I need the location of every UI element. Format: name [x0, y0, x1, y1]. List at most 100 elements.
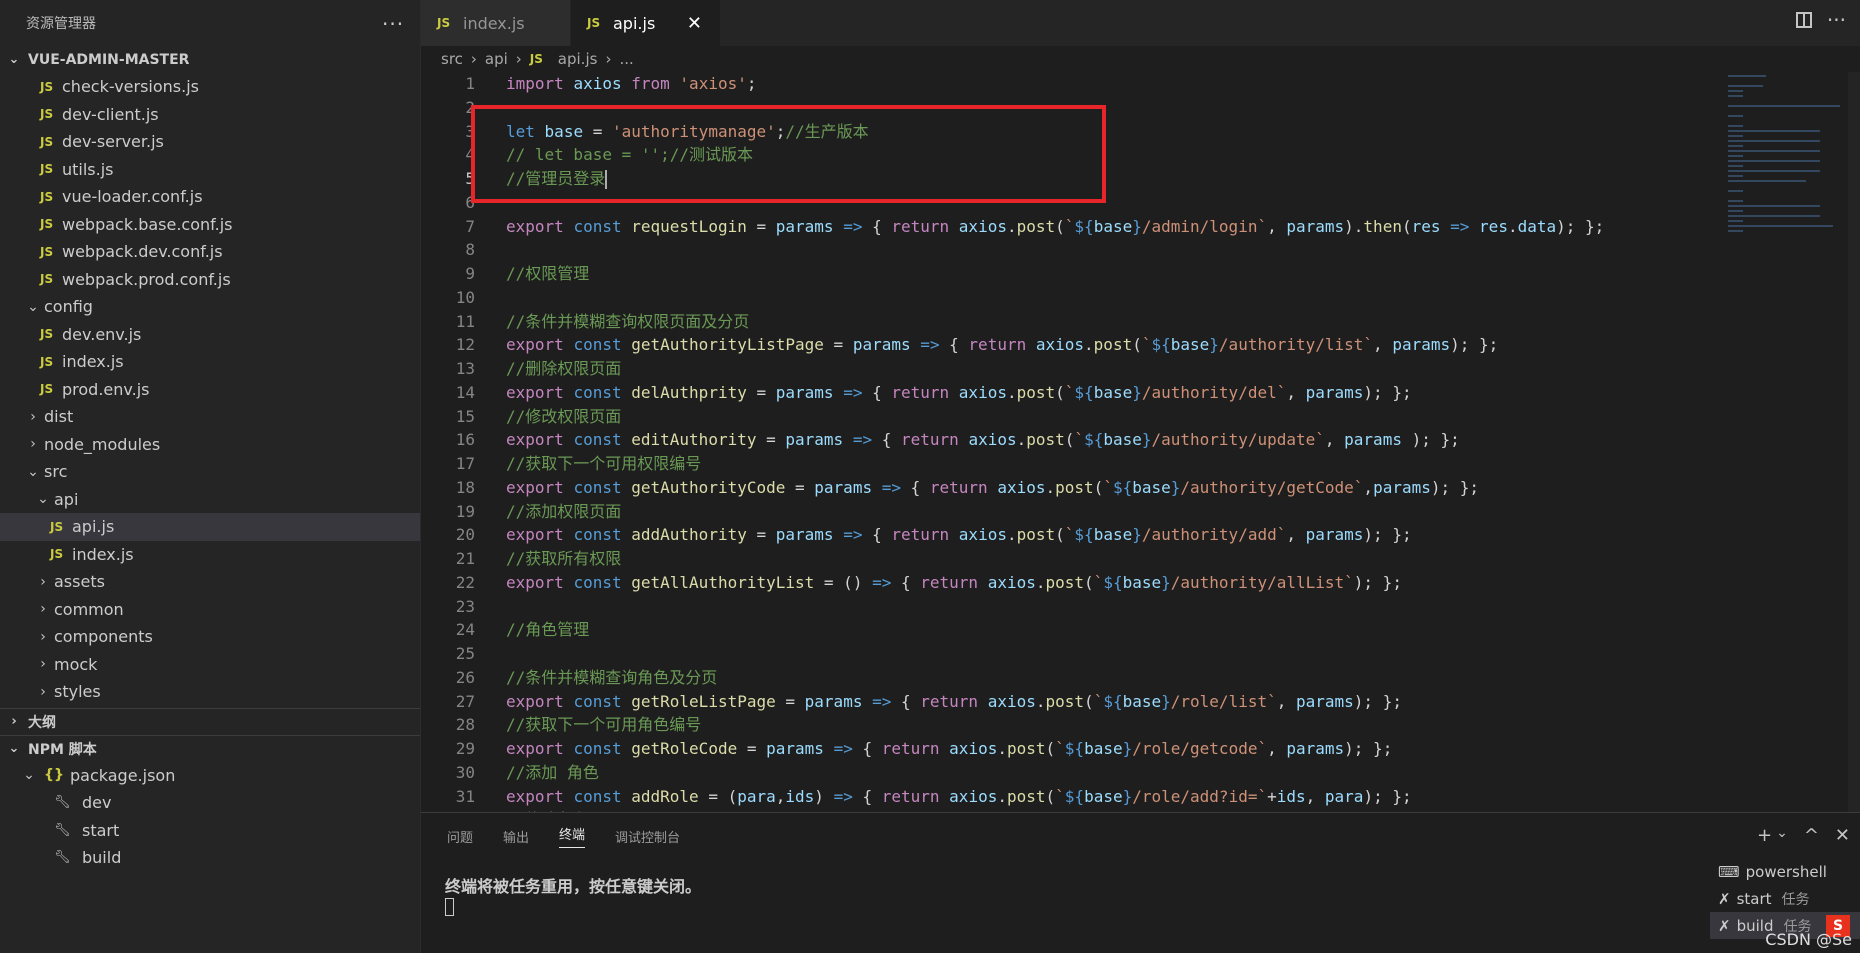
close-icon[interactable]: ✕ — [687, 13, 702, 34]
tab-api-js[interactable]: JS api.js ✕ — [571, 0, 721, 46]
code-token: delAuthprity — [631, 382, 747, 402]
tree-item[interactable]: › dist — [0, 403, 420, 431]
line-number: 5 — [465, 169, 475, 188]
tree-item[interactable]: › components — [0, 623, 420, 651]
tab-terminal[interactable]: 终端 — [559, 824, 586, 848]
project-header[interactable]: ⌄ VUE-ADMIN-MASTER — [0, 46, 420, 73]
tree-item[interactable]: JS index.js — [0, 348, 420, 376]
line-code: //添加权限页面 — [506, 500, 621, 524]
code-token: ` — [1093, 691, 1104, 711]
code-line[interactable]: 8 — [421, 238, 1721, 262]
code-line[interactable]: 30 //添加 角色 — [421, 761, 1721, 785]
code-line[interactable]: 14 export const delAuthprity = params => … — [421, 381, 1721, 405]
tree-item[interactable]: › mock — [0, 651, 420, 679]
tree-item[interactable]: JS index.js — [0, 541, 420, 569]
package-json-item[interactable]: ⌄ {} package.json — [0, 762, 420, 790]
npm-script-item[interactable]: 🔧︎ build — [0, 844, 420, 872]
terminal-dropdown-icon[interactable]: ⌄ — [1776, 825, 1788, 846]
code-line[interactable]: 26 //条件并模糊查询角色及分页 — [421, 666, 1721, 690]
breadcrumb-src[interactable]: src — [441, 50, 463, 68]
chevron-right-icon: › — [40, 628, 46, 645]
code-line[interactable]: 27 export const getRoleListPage = params … — [421, 690, 1721, 714]
code-token: axios — [1035, 335, 1085, 355]
tree-item-label: utils.js — [62, 159, 114, 179]
minimap-line — [1728, 135, 1743, 137]
code-token: ` — [1074, 430, 1085, 450]
npm-script-label: start — [82, 820, 120, 840]
code-line[interactable]: 25 — [421, 642, 1721, 666]
tab-index-js[interactable]: JS index.js — [421, 0, 571, 46]
code-line[interactable]: 21 //获取所有权限 — [421, 547, 1721, 571]
new-terminal-icon[interactable]: + — [1757, 825, 1772, 846]
tree-item[interactable]: JS dev.env.js — [0, 321, 420, 349]
tab-problems[interactable]: 问题 — [447, 827, 473, 846]
tree-item[interactable]: › styles — [0, 678, 420, 706]
tree-item[interactable]: › node_modules — [0, 431, 420, 459]
code-line[interactable]: 12 export const getAuthorityListPage = pa… — [421, 333, 1721, 357]
terminal-item-start[interactable]: ✗ start 任务 — [1710, 885, 1860, 912]
tree-item[interactable]: › assets — [0, 568, 420, 596]
chevron-right-icon: › — [30, 408, 36, 425]
breadcrumb-file[interactable]: api.js — [558, 50, 598, 68]
code-line[interactable]: 20 export const addAuthority = params => … — [421, 523, 1721, 547]
tree-item[interactable]: ⌄ config — [0, 293, 420, 321]
code-line[interactable]: 1 import axios from 'axios'; — [421, 72, 1721, 96]
npm-scripts-header[interactable]: ⌄ NPM 脚本 — [0, 734, 420, 762]
code-token: const — [573, 216, 622, 236]
npm-script-item[interactable]: 🔧︎ dev — [0, 789, 420, 817]
code-line[interactable]: 16 export const editAuthority = params =>… — [421, 428, 1721, 452]
code-line[interactable]: 15 //修改权限页面 — [421, 405, 1721, 429]
tree-item[interactable]: › common — [0, 596, 420, 624]
code-line[interactable]: 18 export const getAuthorityCode = params… — [421, 476, 1721, 500]
code-token: post — [1045, 691, 1085, 711]
code-token: export — [506, 739, 564, 758]
code-line[interactable]: 10 — [421, 286, 1721, 310]
tree-item[interactable]: JS prod.env.js — [0, 376, 420, 404]
breadcrumb-api[interactable]: api — [485, 50, 508, 68]
code-line[interactable]: 23 — [421, 595, 1721, 619]
breadcrumb-symbol[interactable]: ... — [619, 50, 633, 68]
code-line[interactable]: 11 //条件并模糊查询权限页面及分页 — [421, 310, 1721, 334]
tree-item[interactable]: JS webpack.base.conf.js — [0, 211, 420, 239]
tree-item[interactable]: JS dev-client.js — [0, 101, 420, 129]
npm-script-item[interactable]: 🔧︎ start — [0, 817, 420, 845]
close-panel-icon[interactable]: ✕ — [1835, 825, 1850, 846]
code-line[interactable]: 17 //获取下一个可用权限编号 — [421, 452, 1721, 476]
tree-item[interactable]: ⌄ src — [0, 458, 420, 486]
tree-item[interactable]: JS api.js — [0, 513, 420, 541]
code-editor[interactable]: 1 import axios from 'axios'; 2 3 let base = … — [421, 72, 1860, 812]
terminal-label: start — [1736, 889, 1772, 908]
code-line[interactable]: 29 export const getRoleCode = params => {… — [421, 737, 1721, 761]
code-line[interactable]: 22 export const getAllAuthorityList = () … — [421, 571, 1721, 595]
tree-item[interactable]: JS utils.js — [0, 156, 420, 184]
vertical-scrollbar[interactable] — [1848, 72, 1860, 812]
chevron-right-icon: › — [40, 656, 46, 673]
terminal-item-powershell[interactable]: ⌨ powershell — [1710, 858, 1860, 885]
minimap[interactable] — [1728, 72, 1840, 232]
code-line[interactable]: 31 export const addRole = (para,ids) => {… — [421, 785, 1721, 809]
code-token: /role/add?id=` — [1132, 786, 1268, 806]
code-line[interactable]: 28 //获取下一个可用角色编号 — [421, 713, 1721, 737]
chevron-right-icon: › — [40, 683, 46, 700]
maximize-panel-icon[interactable]: ^ — [1804, 825, 1819, 846]
tree-item[interactable]: JS check-versions.js — [0, 73, 420, 101]
code-line[interactable]: 9 //权限管理 — [421, 262, 1721, 286]
tree-item[interactable]: JS vue-loader.conf.js — [0, 183, 420, 211]
split-editor-icon[interactable] — [1796, 12, 1812, 28]
tab-output[interactable]: 输出 — [503, 827, 529, 846]
code-line[interactable]: 24 //角色管理 — [421, 618, 1721, 642]
code-line[interactable]: 13 //删除权限页面 — [421, 357, 1721, 381]
tree-item[interactable]: JS webpack.prod.conf.js — [0, 266, 420, 294]
minimap-line — [1728, 200, 1743, 202]
tree-item[interactable]: ⌄ api — [0, 486, 420, 514]
outline-header[interactable]: › 大纲 — [0, 707, 420, 735]
tab-debug-console[interactable]: 调试控制台 — [615, 827, 680, 846]
more-actions-icon[interactable]: ··· — [1827, 8, 1846, 32]
code-line[interactable]: 19 //添加权限页面 — [421, 500, 1721, 524]
tree-item[interactable]: JS webpack.dev.conf.js — [0, 238, 420, 266]
code-token: ); }; — [1363, 786, 1412, 806]
explorer-more-icon[interactable]: ··· — [382, 12, 404, 36]
tree-item[interactable]: JS dev-server.js — [0, 128, 420, 156]
code-line[interactable]: 7 export const requestLogin = params => {… — [421, 215, 1721, 239]
